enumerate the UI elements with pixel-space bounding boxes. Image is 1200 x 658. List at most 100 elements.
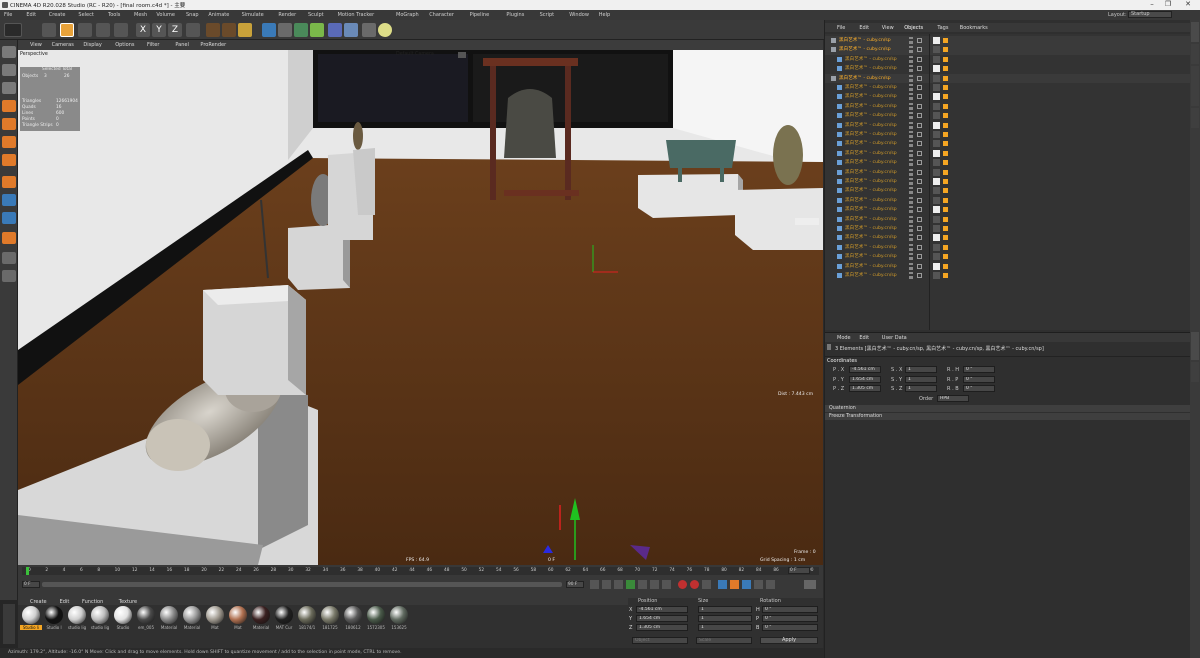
object-row[interactable]: 黑白艺术™ - cuby.cn/sp [825,92,1191,101]
visibility-dots[interactable] [909,206,913,214]
visibility-dots[interactable] [909,253,913,261]
phong-tag-icon[interactable] [943,85,948,90]
go-start-icon[interactable] [590,580,599,589]
viewport-menu-view[interactable]: View [30,42,42,48]
current-frame-field[interactable]: 0 F [788,567,810,574]
s-field[interactable]: 1 [905,385,937,392]
deformer-icon[interactable] [328,23,342,37]
phong-tag-icon[interactable] [943,66,948,72]
menu-volume[interactable]: Volume [156,12,175,18]
material-tag-icon[interactable] [933,55,940,63]
object-menu-tags[interactable]: Tags [937,25,948,31]
menu-file[interactable]: File [4,12,12,18]
phong-tag-icon[interactable] [943,263,948,269]
enable-checkbox[interactable] [917,66,922,72]
tab-objects[interactable] [1191,22,1199,42]
enable-checkbox[interactable] [917,226,922,231]
phong-tag-icon[interactable] [943,113,948,119]
camera-icon[interactable] [458,52,466,58]
floor-icon[interactable] [344,23,358,37]
prev-key-icon[interactable] [602,580,611,589]
layout-select[interactable]: Startup [1128,11,1172,18]
record-icon[interactable] [678,580,687,589]
apply-button[interactable]: Apply [760,637,818,644]
material-tag-icon[interactable] [933,243,940,251]
object-row[interactable]: 黑白艺术™ - cuby.cn/sp [825,83,1191,92]
go-end-icon[interactable] [662,580,671,589]
range-slider[interactable] [42,582,562,587]
edges-mode-icon[interactable] [2,118,16,130]
enable-checkbox[interactable] [917,47,922,53]
material-tag-icon[interactable] [933,234,940,242]
s-field[interactable]: 1 [905,375,937,383]
material-tag-icon[interactable] [933,215,940,223]
material-swatch[interactable]: studio lig [89,606,111,636]
position-field[interactable]: -4.561 cm [636,606,688,613]
material-swatch[interactable]: Studio [112,606,134,636]
menu-tools[interactable]: Tools [108,12,120,18]
material-tag-icon[interactable] [933,121,940,129]
material-tag-icon[interactable] [933,149,940,157]
tab-takes[interactable] [1191,44,1199,64]
enable-checkbox[interactable] [917,75,922,81]
viewport-menu-options[interactable]: Options [115,42,134,48]
visibility-dots[interactable] [909,131,913,138]
timeline[interactable]: 0 2 4 6 8 10 12 14 16 18 20 22 24 26 28 30 32 34 36 38 40 42 4… [18,565,823,598]
phong-tag-icon[interactable] [943,38,948,43]
material-tag-icon[interactable] [933,206,940,214]
material-tag-icon[interactable] [933,272,940,279]
material-swatch[interactable]: 153625 [388,606,410,636]
object-row[interactable]: 黑白艺术™ - cuby.cn/sp [825,205,1191,214]
key-pla-icon[interactable] [766,580,775,589]
phong-tag-icon[interactable] [943,169,948,175]
phong-tag-icon[interactable] [943,197,948,203]
phong-tag-icon[interactable] [943,75,948,81]
rotation-field[interactable]: 0 ° [762,606,818,613]
enable-checkbox[interactable] [917,254,922,260]
enable-checkbox[interactable] [917,263,922,269]
tab-layers-2[interactable] [1191,362,1199,382]
material-tag-icon[interactable] [933,168,940,176]
visibility-dots[interactable] [909,84,913,91]
p-field[interactable]: -4.561 cm [849,366,881,373]
material-tag-icon[interactable] [933,37,940,44]
minimize-button[interactable]: – [1144,0,1160,8]
next-key-icon[interactable] [650,580,659,589]
menu-sculpt[interactable]: Sculpt [308,12,324,18]
material-swatch[interactable]: MAT Cur [273,606,295,636]
tab-attributes[interactable] [1191,332,1199,360]
s-field[interactable]: 1 [905,366,937,373]
material-swatch[interactable]: em_005 [135,606,157,636]
object-menu-edit[interactable]: Edit [859,25,869,31]
material-tag-icon[interactable] [933,46,940,54]
keyframe-selection-icon[interactable] [702,580,711,589]
lock-z-icon[interactable]: Z [168,23,182,37]
material-swatch[interactable]: 181725 [319,606,341,636]
scale-tool-icon[interactable] [78,23,92,37]
object-menu-file[interactable]: File [837,25,845,31]
visibility-dots[interactable] [909,55,913,63]
object-row[interactable]: 黑白艺术™ - cuby.cn/sp [825,224,1191,233]
material-swatch[interactable]: Material [158,606,180,636]
subdivision-icon[interactable] [294,23,308,37]
rotate-tool-icon[interactable] [96,23,110,37]
workplane-icon[interactable] [2,232,16,244]
phong-tag-icon[interactable] [943,216,948,222]
menu-animate[interactable]: Animate [208,12,229,18]
visibility-dots[interactable] [909,74,913,82]
menu-snap[interactable]: Snap [186,12,199,18]
cloner-icon[interactable] [310,23,324,37]
object-row[interactable]: 黑白艺术™ - cuby.cn/sp [825,149,1191,158]
phong-tag-icon[interactable] [943,56,948,62]
enable-checkbox[interactable] [917,122,922,128]
tab-layers[interactable] [1191,108,1199,128]
visibility-dots[interactable] [909,121,913,129]
phong-tag-icon[interactable] [943,141,948,147]
enable-checkbox[interactable] [917,160,922,166]
p-field[interactable]: 1.654 cm [849,375,881,383]
size-mode-select[interactable]: Scale [696,637,752,644]
material-swatch[interactable]: studio lig [66,606,88,636]
visibility-dots[interactable] [909,93,913,101]
coordinate-system-icon[interactable] [186,23,200,37]
visibility-dots[interactable] [909,243,913,251]
